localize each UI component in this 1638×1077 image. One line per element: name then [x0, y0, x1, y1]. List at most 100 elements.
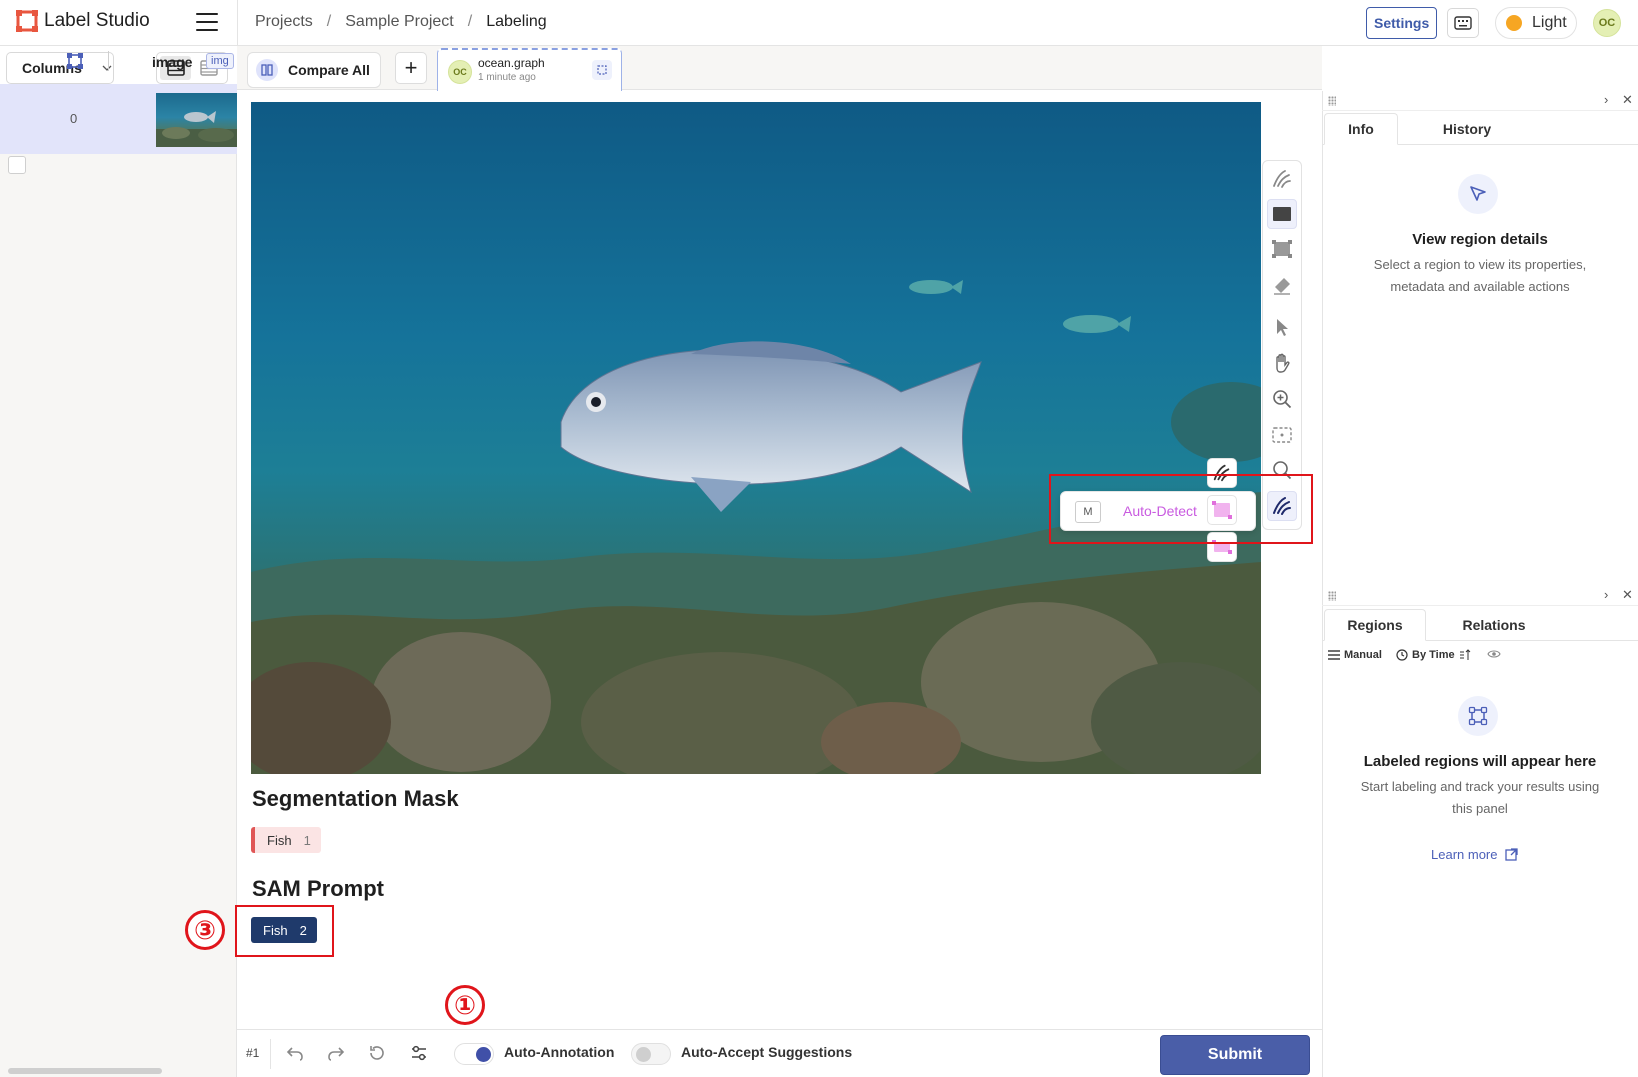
keyboard-icon: [1454, 16, 1472, 30]
tab-info[interactable]: Info: [1324, 113, 1398, 145]
task-number: #1: [246, 1046, 260, 1060]
region-details-icon: [1458, 174, 1498, 214]
auto-annotation-toggle[interactable]: [454, 1043, 494, 1065]
theme-toggle[interactable]: Light: [1495, 7, 1577, 39]
theme-label: Light: [1532, 14, 1567, 31]
add-annotation-button[interactable]: +: [395, 52, 427, 84]
regions-tabs: Regions Relations: [1322, 609, 1638, 641]
toggle-knob: [636, 1047, 651, 1062]
info-panel-header: › ✕: [1322, 91, 1638, 111]
tab-history[interactable]: History: [1412, 113, 1522, 145]
task-thumbnail[interactable]: [156, 93, 237, 147]
auto-annotation-label: Auto-Annotation: [504, 1044, 615, 1060]
close-panel-icon[interactable]: ✕: [1622, 92, 1633, 108]
settings-sliders-button[interactable]: [408, 1042, 430, 1064]
drag-handle-icon[interactable]: [1328, 591, 1336, 601]
keyboard-shortcuts-button[interactable]: [1447, 8, 1479, 38]
pan-tool[interactable]: [1267, 348, 1297, 378]
brush-icon: [1273, 170, 1291, 188]
sort-icon: [1459, 649, 1470, 660]
select-tool[interactable]: [1267, 312, 1297, 342]
image-type-badge: img: [206, 53, 234, 69]
label-chip-fish-mask[interactable]: Fish 1: [251, 827, 321, 853]
callout-number: ③: [185, 910, 225, 950]
toggle-knob: [476, 1047, 491, 1062]
sliders-icon: [412, 1045, 426, 1061]
annotation-tab[interactable]: OC ocean.graph 1 minute ago: [437, 48, 622, 91]
eraser-icon: [1274, 278, 1290, 295]
rectangle-outline-tool[interactable]: [1267, 234, 1297, 264]
segmentation-title: Segmentation Mask: [252, 786, 459, 811]
regions-empty-description: Start labeling and track your results us…: [1360, 779, 1600, 816]
redo-button[interactable]: [325, 1042, 347, 1064]
plus-icon: +: [404, 55, 418, 80]
hand-icon: [1276, 353, 1290, 373]
manual-sort-button[interactable]: Manual: [1328, 649, 1382, 661]
auto-accept-label: Auto-Accept Suggestions: [681, 1044, 853, 1060]
annotations-column-icon: [66, 52, 84, 70]
tab-relations[interactable]: Relations: [1434, 609, 1554, 641]
tab-regions[interactable]: Regions: [1324, 609, 1426, 641]
avatar[interactable]: OC: [1593, 9, 1621, 37]
divider: [237, 0, 238, 46]
info-empty-title: View region details: [1412, 231, 1548, 248]
zoom-in-tool[interactable]: [1267, 384, 1297, 414]
collapse-panel-icon[interactable]: ›: [1604, 92, 1608, 107]
label-name: Fish: [267, 832, 292, 848]
menu-icon[interactable]: [196, 13, 218, 31]
by-time-label: By Time: [1412, 649, 1455, 661]
info-empty-description: Select a region to view its properties, …: [1373, 257, 1587, 294]
submit-button[interactable]: Submit: [1160, 1035, 1310, 1075]
callout-number: ①: [445, 985, 485, 1025]
brush-tool[interactable]: [1267, 164, 1297, 194]
cursor-icon: [1277, 319, 1288, 336]
annotation-menu-icon[interactable]: [592, 60, 612, 80]
breadcrumb-project[interactable]: Sample Project: [345, 13, 454, 31]
divider: [270, 1039, 271, 1069]
regions-panel-header: › ✕: [1322, 586, 1638, 606]
learn-more-link[interactable]: Learn more: [1431, 847, 1519, 862]
columns-dropdown[interactable]: Columns: [6, 52, 114, 84]
annotation-time: 1 minute ago: [478, 72, 536, 83]
reset-icon: [370, 1046, 384, 1060]
breadcrumb-projects[interactable]: Projects: [255, 13, 313, 31]
callout-box-auto-detect: [1049, 474, 1313, 544]
rectangle-tool[interactable]: [1267, 199, 1297, 229]
breadcrumb-separator: /: [467, 13, 473, 30]
by-time-sort-button[interactable]: By Time: [1396, 649, 1471, 661]
bounding-box-icon: [1468, 706, 1488, 726]
eraser-tool[interactable]: [1267, 269, 1297, 299]
label-studio-logo-icon: [16, 10, 38, 32]
fit-to-screen-tool[interactable]: [1267, 420, 1297, 450]
info-tabs: Info History: [1322, 113, 1638, 145]
image-column-header[interactable]: image: [152, 54, 192, 70]
lines-icon: [1328, 650, 1340, 660]
cursor-outline-icon: [1470, 186, 1486, 201]
rectangle-outline-icon: [1272, 240, 1292, 258]
undo-button[interactable]: [284, 1042, 306, 1064]
settings-button[interactable]: Settings: [1366, 7, 1438, 39]
logo[interactable]: Label Studio: [16, 10, 150, 32]
close-panel-icon[interactable]: ✕: [1622, 587, 1633, 603]
compare-all-label: Compare All: [288, 62, 370, 78]
auto-accept-toggle[interactable]: [631, 1043, 671, 1065]
manual-label: Manual: [1344, 649, 1382, 661]
drag-handle-icon[interactable]: [1328, 96, 1336, 106]
row-checkbox[interactable]: [8, 156, 26, 174]
label-hotkey: 1: [303, 832, 311, 848]
zoom-in-icon: [1273, 390, 1292, 409]
eye-icon: [1487, 650, 1501, 658]
label-chip-fish-sam[interactable]: Fish 2: [251, 917, 317, 943]
compare-icon: [256, 59, 278, 81]
horizontal-scrollbar[interactable]: [8, 1068, 162, 1074]
breadcrumb: Projects / Sample Project / Labeling: [255, 13, 547, 31]
reset-button[interactable]: [366, 1042, 388, 1064]
compare-all-button[interactable]: Compare All: [247, 52, 381, 88]
visibility-toggle[interactable]: [1487, 649, 1501, 659]
redo-icon: [328, 1047, 345, 1061]
annotator-avatar: OC: [448, 60, 472, 84]
external-link-icon: [1505, 848, 1519, 861]
collapse-panel-icon[interactable]: ›: [1604, 587, 1608, 602]
image-canvas[interactable]: [251, 102, 1261, 774]
clock-icon: [1396, 649, 1408, 661]
